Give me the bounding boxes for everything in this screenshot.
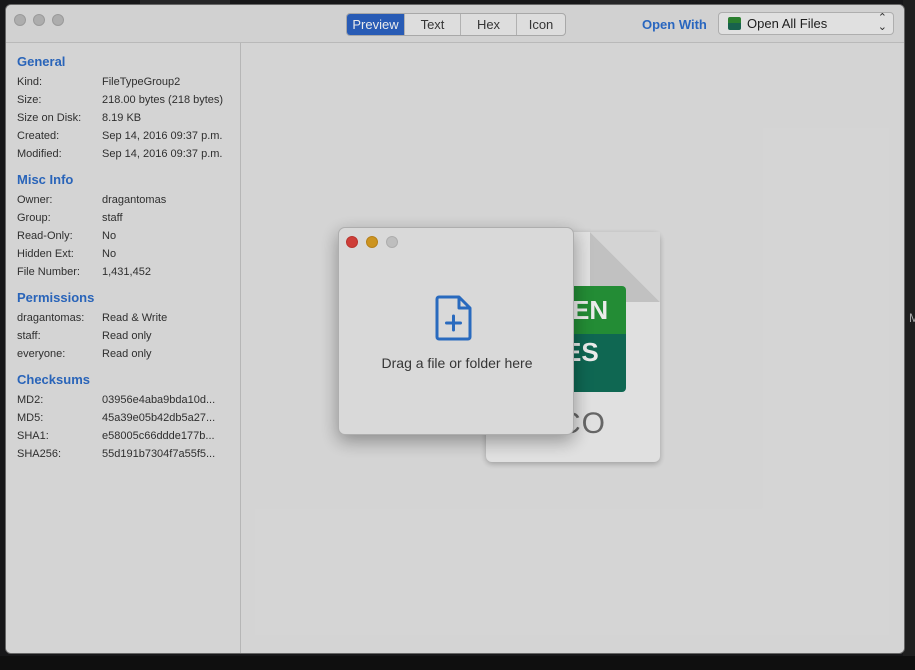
info-label: dragantomas: bbox=[17, 312, 85, 324]
info-sidebar: General Kind: FileTypeGroup2 Size: 218.0… bbox=[6, 43, 241, 653]
info-value: dragantomas bbox=[102, 194, 167, 206]
info-label: File Number: bbox=[17, 266, 80, 278]
info-value: No bbox=[102, 248, 117, 260]
info-label: MD2: bbox=[17, 394, 44, 406]
preview-area: EN ES ACO Drag a file or folder here bbox=[242, 43, 904, 653]
info-label: Modified: bbox=[17, 148, 62, 160]
info-value: 218.00 bytes (218 bytes) bbox=[102, 94, 224, 106]
info-label: SHA1: bbox=[17, 430, 49, 442]
close-panel-button[interactable] bbox=[346, 236, 358, 248]
info-value: Read & Write bbox=[102, 312, 168, 324]
info-label: everyone: bbox=[17, 348, 66, 360]
section-title-permissions: Permissions bbox=[17, 290, 95, 305]
info-label: Group: bbox=[17, 212, 51, 224]
info-label: Read-Only: bbox=[17, 230, 73, 242]
info-value: 45a39e05b42db5a27... bbox=[102, 412, 216, 424]
tab-icon[interactable]: Icon bbox=[517, 14, 565, 35]
info-value: 03956e4aba9bda10d... bbox=[102, 394, 216, 406]
info-label: MD5: bbox=[17, 412, 44, 424]
green-app-icon bbox=[728, 17, 741, 30]
info-label: staff: bbox=[17, 330, 41, 342]
open-with-label: Open With bbox=[642, 17, 707, 32]
section-title-general: General bbox=[17, 54, 66, 69]
info-value: No bbox=[102, 230, 117, 242]
minimize-panel-button[interactable] bbox=[366, 236, 378, 248]
info-label: Size: bbox=[17, 94, 42, 106]
info-value: Sep 14, 2016 09:37 p.m. bbox=[102, 148, 223, 160]
info-label: Hidden Ext: bbox=[17, 248, 74, 260]
open-with-select[interactable]: Open All Files ⌃ ⌄ bbox=[718, 12, 894, 35]
titlebar: Preview Text Hex Icon Open With Open All… bbox=[6, 5, 904, 43]
file-plus-icon bbox=[435, 295, 472, 341]
section-title-misc-info: Misc Info bbox=[17, 172, 74, 187]
info-value: 8.19 KB bbox=[102, 112, 142, 124]
info-value: Read only bbox=[102, 348, 152, 360]
info-value: staff bbox=[102, 212, 123, 224]
zoom-panel-button[interactable] bbox=[386, 236, 398, 248]
info-value: Read only bbox=[102, 330, 152, 342]
main-window: Preview Text Hex Icon Open With Open All… bbox=[5, 4, 905, 654]
info-label: Created: bbox=[17, 130, 60, 142]
info-value: Sep 14, 2016 09:37 p.m. bbox=[102, 130, 223, 142]
section-title-checksums: Checksums bbox=[17, 372, 90, 387]
updown-chevron-icon: ⌃ ⌄ bbox=[877, 12, 887, 33]
tab-text[interactable]: Text bbox=[405, 14, 461, 35]
background-desktop-bottom bbox=[0, 656, 915, 670]
info-value: 1,431,452 bbox=[102, 266, 151, 278]
background-text: M bbox=[909, 311, 915, 325]
info-label: Kind: bbox=[17, 76, 43, 88]
info-value: FileTypeGroup2 bbox=[102, 76, 181, 88]
minimize-window-button[interactable] bbox=[33, 14, 45, 26]
drop-zone-text: Drag a file or folder here bbox=[381, 355, 533, 371]
drop-zone-panel[interactable]: Drag a file or folder here bbox=[338, 227, 574, 435]
tab-preview[interactable]: Preview bbox=[347, 14, 405, 35]
info-label: Size on Disk: bbox=[17, 112, 82, 124]
tab-hex[interactable]: Hex bbox=[461, 14, 517, 35]
open-with-value: Open All Files bbox=[747, 16, 828, 31]
info-label: Owner: bbox=[17, 194, 53, 206]
zoom-window-button[interactable] bbox=[52, 14, 64, 26]
close-window-button[interactable] bbox=[14, 14, 26, 26]
info-value: 55d191b7304f7a55f5... bbox=[102, 448, 216, 460]
info-label: SHA256: bbox=[17, 448, 62, 460]
view-mode-segmented-control: Preview Text Hex Icon bbox=[346, 13, 566, 36]
info-value: e58005c66ddde177b... bbox=[102, 430, 215, 442]
